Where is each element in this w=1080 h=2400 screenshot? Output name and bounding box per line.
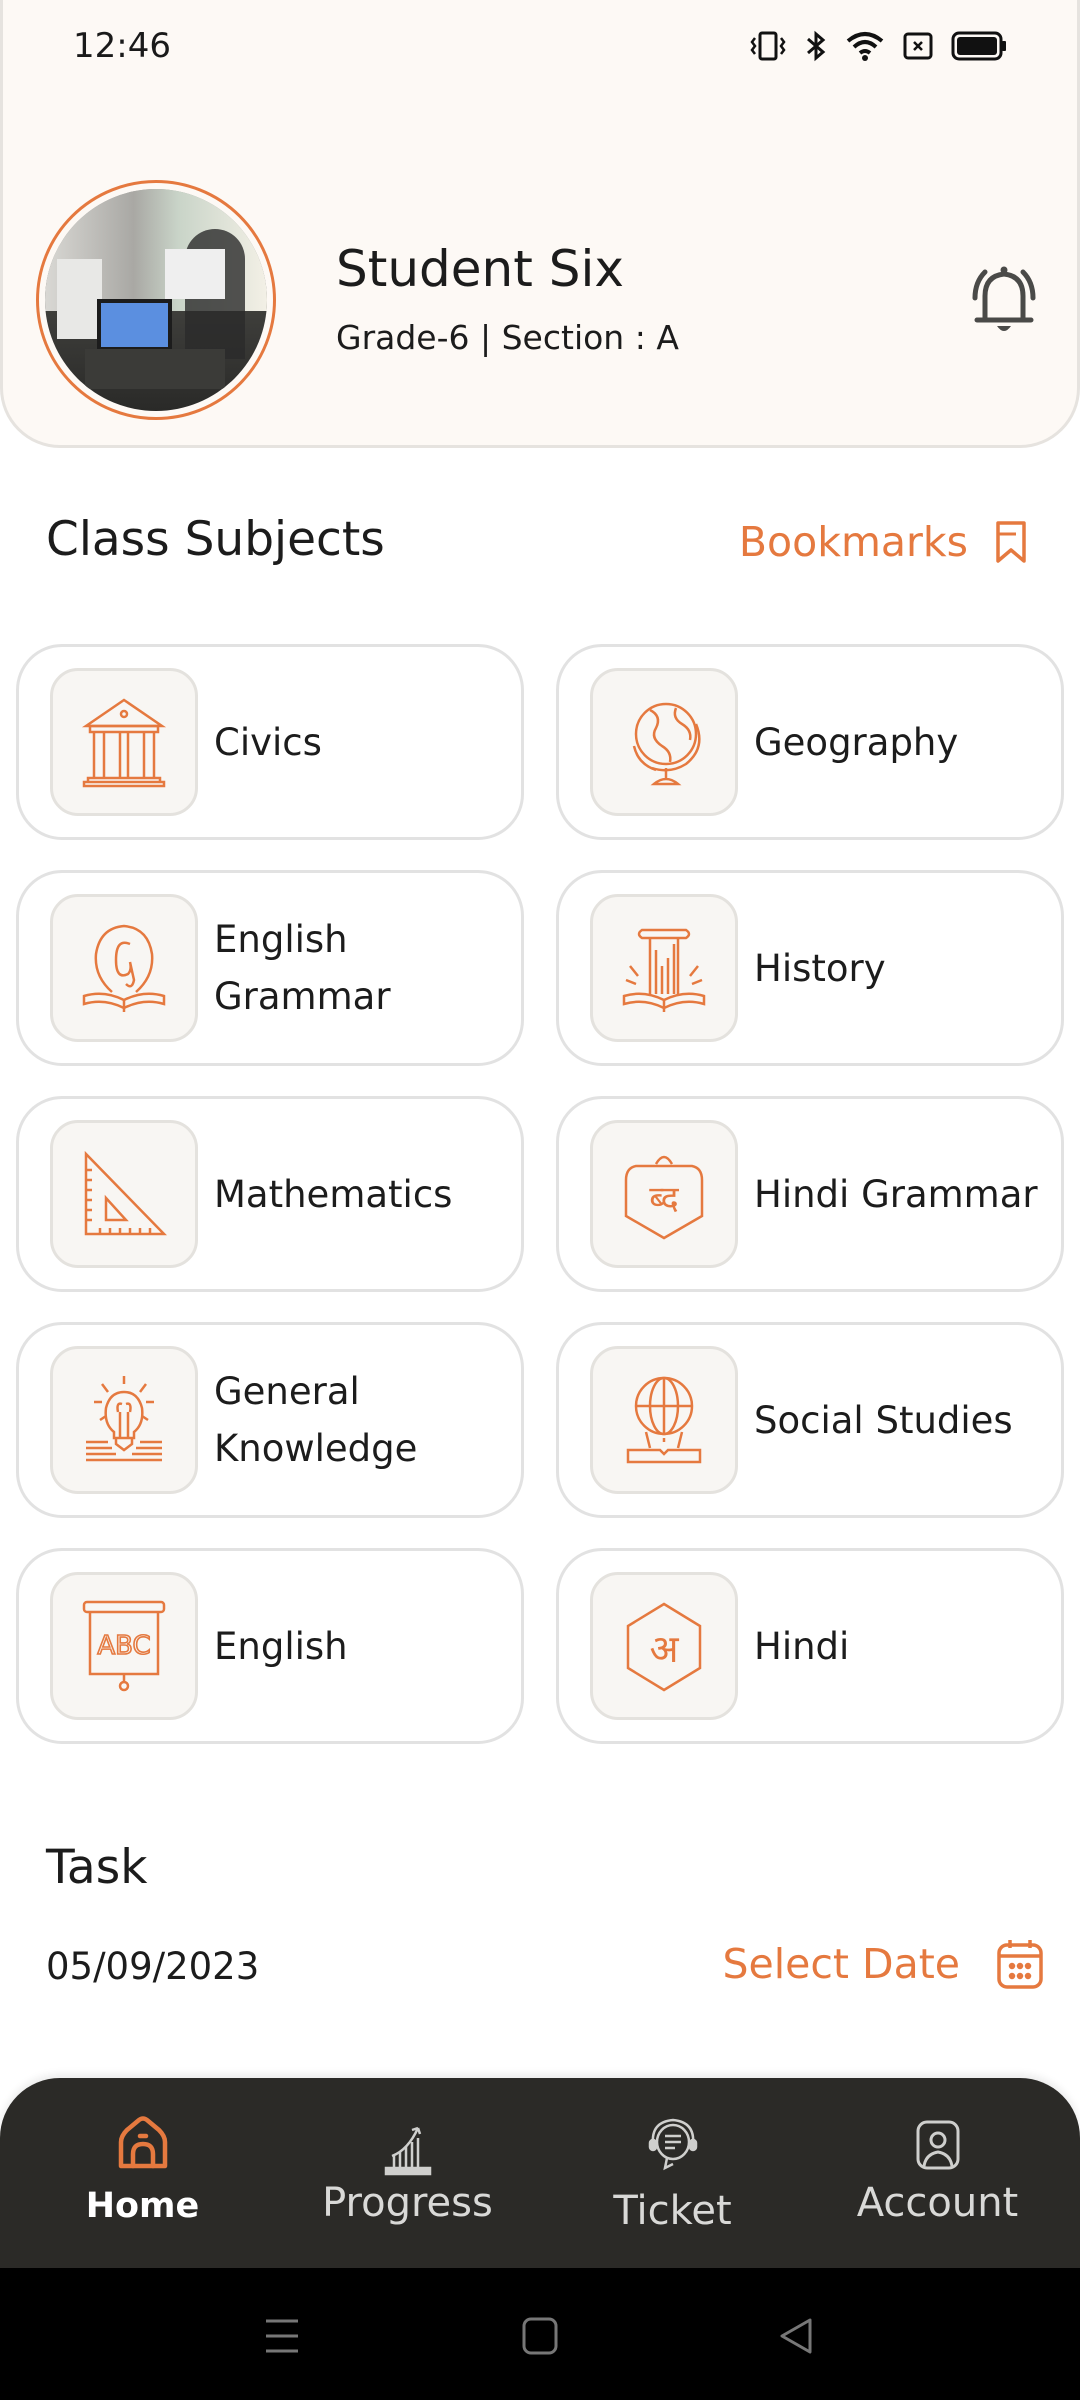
select-date-button[interactable]: Select Date <box>722 1938 1044 1990</box>
subject-label: English Grammar <box>214 918 391 1018</box>
svg-text:ABC: ABC <box>97 1631 150 1661</box>
subject-card-social-studies[interactable]: Social Studies <box>556 1322 1064 1518</box>
subject-icon-box <box>50 1346 198 1494</box>
subject-icon-box <box>590 1346 738 1494</box>
subject-card-mathematics[interactable]: Mathematics <box>16 1096 524 1292</box>
subject-label: Geography <box>754 720 959 764</box>
subject-icon-box <box>590 668 738 816</box>
calendar-icon <box>997 1940 1043 1989</box>
hindi-letter-hexagon-icon: अ <box>626 1602 702 1692</box>
pillar-book-icon <box>622 928 706 1012</box>
home-system-icon[interactable] <box>520 2316 560 2356</box>
bookmark-icon <box>996 521 1026 563</box>
nav-item-home[interactable]: Home <box>18 2078 268 2268</box>
lightbulb-book-icon <box>86 1376 162 1462</box>
subject-card-hindi-grammar[interactable]: ब्द Hindi Grammar <box>556 1096 1064 1292</box>
subject-label: Civics <box>214 720 322 764</box>
subject-label: Social Studies <box>754 1398 1013 1442</box>
letter-g-book-icon <box>82 924 166 1012</box>
globe-stand-icon <box>632 702 701 786</box>
sim-none-icon <box>903 32 933 60</box>
nav-item-progress[interactable]: Progress <box>283 2078 533 2268</box>
subjects-grid: Civics Geography English Grammar History… <box>16 644 1064 1744</box>
chart-growth-icon <box>384 2126 431 2176</box>
nav-label: Ticket <box>613 2188 732 2234</box>
user-profile-icon <box>916 2120 959 2170</box>
subject-card-general-knowledge[interactable]: General Knowledge <box>16 1322 524 1518</box>
status-time: 12:46 <box>73 26 171 66</box>
subject-card-hindi[interactable]: अ Hindi <box>556 1548 1064 1744</box>
subject-icon-box: अ <box>590 1572 738 1720</box>
globe-book-icon <box>626 1376 702 1464</box>
subject-icon-box <box>50 1120 198 1268</box>
task-date: 05/09/2023 <box>46 1945 260 1988</box>
recents-icon[interactable] <box>262 2316 302 2356</box>
student-name: Student Six <box>336 240 624 298</box>
battery-icon <box>951 31 1006 61</box>
student-grade-section: Grade-6 | Section : A <box>336 318 679 357</box>
set-square-icon <box>84 1150 167 1236</box>
vibrate-icon <box>750 31 786 61</box>
subject-card-history[interactable]: History <box>556 870 1064 1066</box>
subject-icon-box <box>50 668 198 816</box>
class-subjects-title: Class Subjects <box>46 512 385 567</box>
home-icon <box>118 2116 167 2169</box>
subject-card-english-grammar[interactable]: English Grammar <box>16 870 524 1066</box>
avatar-photo <box>45 189 267 411</box>
nav-item-account[interactable]: Account <box>813 2078 1063 2268</box>
nav-label: Home <box>85 2186 200 2226</box>
svg-text:अ: अ <box>649 1627 679 1671</box>
status-icons <box>749 30 1007 62</box>
building-columns-icon <box>81 698 167 788</box>
svg-text:ब्द: ब्द <box>649 1179 679 1219</box>
profile-header: 12:46 Student Six Grade-6 | Section : A <box>0 0 1080 448</box>
subject-card-geography[interactable]: Geography <box>556 644 1064 840</box>
subject-card-english[interactable]: ABC English <box>16 1548 524 1744</box>
subject-card-civics[interactable]: Civics <box>16 644 524 840</box>
nav-label: Progress <box>322 2180 493 2226</box>
subject-icon-box <box>50 894 198 1042</box>
subject-icon-box: ABC <box>50 1572 198 1720</box>
bell-icon[interactable] <box>961 258 1047 344</box>
subject-label: Mathematics <box>214 1172 453 1216</box>
subject-icon-box <box>590 894 738 1042</box>
bookmarks-label: Bookmarks <box>738 518 968 566</box>
abc-board-icon: ABC <box>82 1600 166 1692</box>
bottom-navigation: Home Progress Ticket Account <box>0 2078 1080 2268</box>
subject-label: English <box>214 1624 348 1668</box>
subject-label: History <box>754 946 886 990</box>
back-icon[interactable] <box>776 2316 816 2356</box>
subject-label: Hindi Grammar <box>754 1172 1038 1216</box>
system-navigation-bar <box>0 2268 1080 2400</box>
bluetooth-icon <box>807 30 826 62</box>
task-title: Task <box>46 1840 148 1895</box>
subject-label: Hindi <box>754 1624 850 1668</box>
avatar[interactable] <box>36 180 276 420</box>
nav-item-ticket[interactable]: Ticket <box>548 2078 798 2268</box>
support-chat-icon <box>648 2118 697 2171</box>
bookmarks-button[interactable]: Bookmarks <box>739 518 1028 566</box>
hindi-letter-shield-icon: ब्द <box>624 1155 704 1240</box>
nav-label: Account <box>856 2180 1019 2226</box>
subject-icon-box: ब्द <box>590 1120 738 1268</box>
select-date-label: Select Date <box>722 1940 960 1988</box>
wifi-icon <box>846 32 884 61</box>
subject-label: General Knowledge <box>214 1370 418 1470</box>
